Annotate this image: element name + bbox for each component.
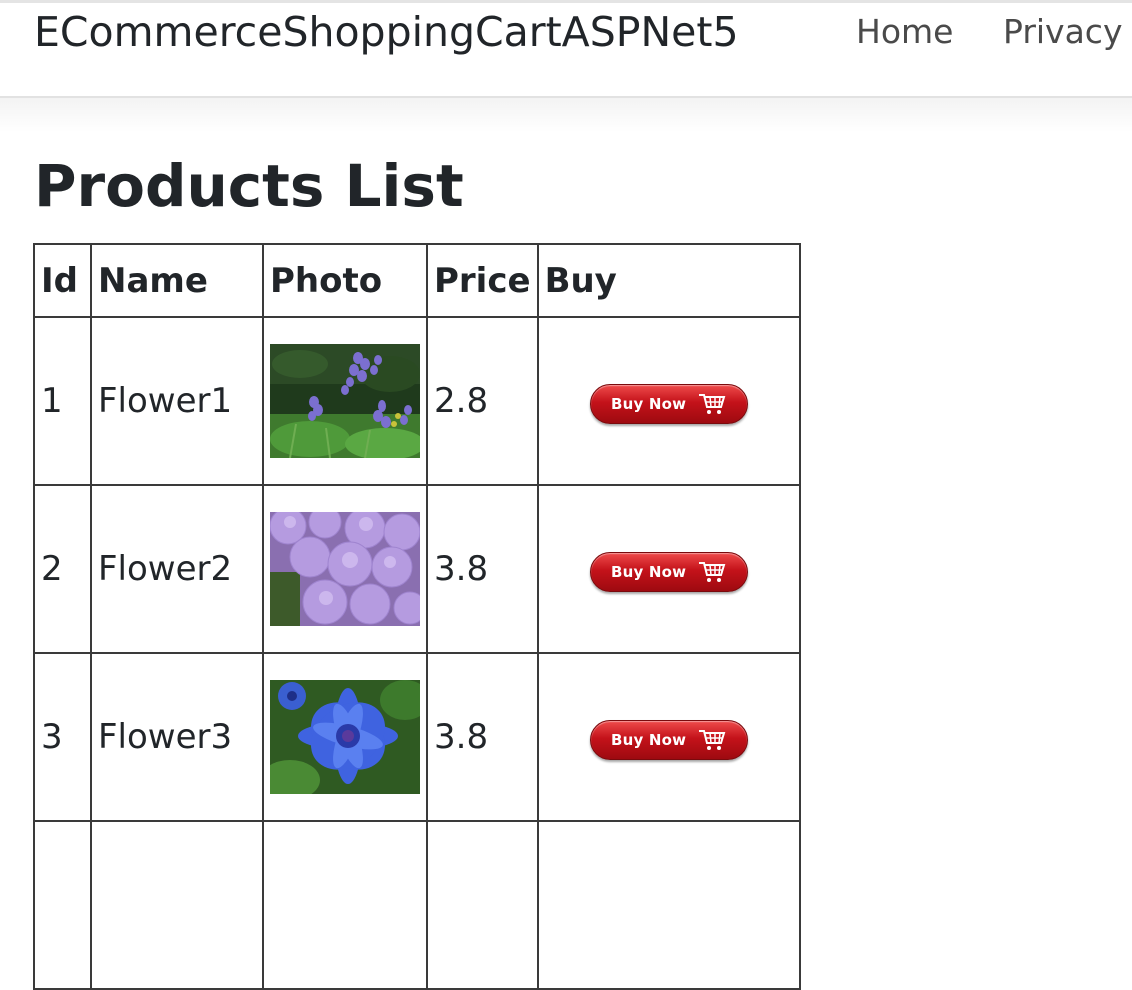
buy-now-button[interactable]: Buy Now <box>589 720 748 760</box>
brand-link[interactable]: ECommerceShoppingCartASPNet5 <box>34 6 739 58</box>
buy-now-label: Buy Now <box>610 395 687 413</box>
page-title: Products List <box>34 152 464 220</box>
product-name: Flower2 <box>90 484 264 654</box>
shopping-cart-icon <box>699 730 726 750</box>
products-table: Id Name Photo Price Buy 1 Flower1 2.8 Bu… <box>33 243 801 990</box>
table-cell <box>262 820 428 990</box>
product-id: 2 <box>33 484 92 654</box>
flower-lilac-pom-photo <box>270 512 420 626</box>
nav-link-privacy[interactable]: Privacy <box>1003 10 1122 54</box>
buy-cell: Buy Now <box>536 316 801 486</box>
table-row: 2 Flower2 3.8 Buy Now <box>33 484 801 654</box>
product-photo-cell <box>262 316 428 486</box>
table-row: 1 Flower1 2.8 Buy Now <box>33 316 801 486</box>
header-price: Price <box>426 243 539 318</box>
table-row: 3 Flower3 3.8 Buy Now <box>33 652 801 822</box>
product-price: 2.8 <box>426 316 539 486</box>
navbar-shadow <box>0 98 1132 132</box>
product-name: Flower3 <box>90 652 264 822</box>
header-id: Id <box>33 243 92 318</box>
table-cell <box>90 820 264 990</box>
header-buy: Buy <box>536 243 801 318</box>
buy-cell: Buy Now <box>536 484 801 654</box>
header-name: Name <box>90 243 264 318</box>
flower-purple-spikes-photo <box>270 344 420 458</box>
flower-blue-cornflower-photo <box>270 680 420 794</box>
shopping-cart-icon <box>699 562 726 582</box>
product-price: 3.8 <box>426 652 539 822</box>
navbar: ECommerceShoppingCartASPNet5 Home Privac… <box>0 0 1132 98</box>
table-cell <box>426 820 539 990</box>
product-id: 1 <box>33 316 92 486</box>
buy-now-label: Buy Now <box>610 731 687 749</box>
product-price: 3.8 <box>426 484 539 654</box>
shopping-cart-icon <box>699 394 726 414</box>
nav-link-home[interactable]: Home <box>856 10 953 54</box>
buy-now-button[interactable]: Buy Now <box>589 552 748 592</box>
buy-now-label: Buy Now <box>610 563 687 581</box>
product-photo-cell <box>262 484 428 654</box>
table-header-row: Id Name Photo Price Buy <box>33 243 801 318</box>
header-photo: Photo <box>262 243 428 318</box>
table-cell <box>536 820 801 990</box>
product-name: Flower1 <box>90 316 264 486</box>
buy-now-button[interactable]: Buy Now <box>589 384 748 424</box>
table-cell <box>33 820 92 990</box>
product-photo-cell <box>262 652 428 822</box>
buy-cell: Buy Now <box>536 652 801 822</box>
table-row <box>33 820 801 990</box>
product-id: 3 <box>33 652 92 822</box>
